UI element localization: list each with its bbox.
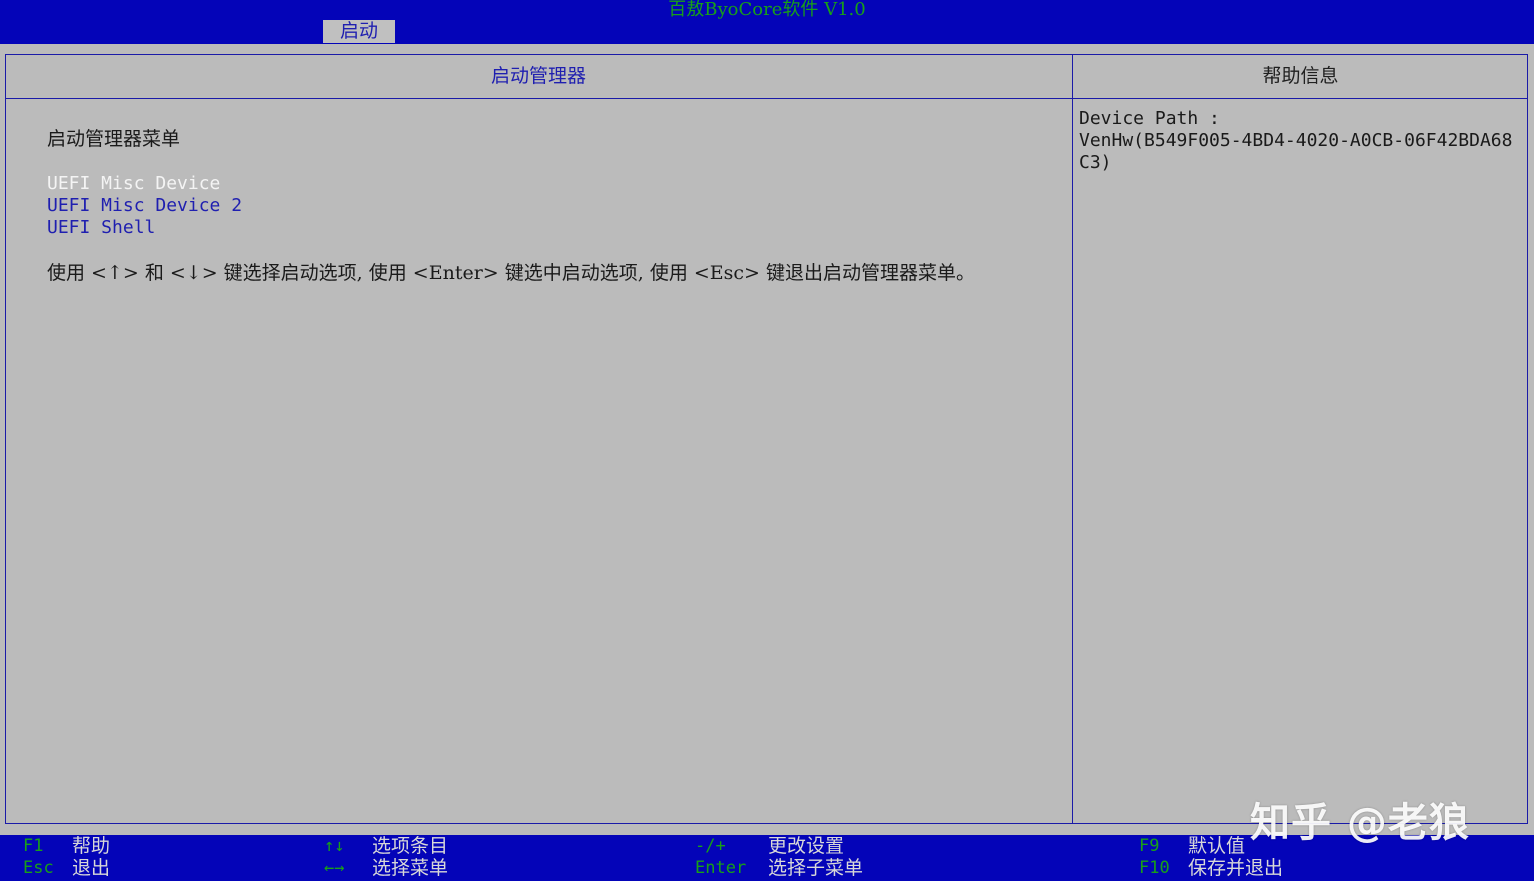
footer-desc-save-exit: 保存并退出 — [1188, 857, 1284, 879]
footer-desc-defaults: 默认值 — [1188, 835, 1246, 857]
boot-manager-content: 启动管理器菜单 UEFI Misc Device UEFI Misc Devic… — [47, 128, 1047, 284]
menu-heading: 启动管理器菜单 — [47, 128, 181, 150]
help-text: Device Path : VenHw(B549F005-4BD4-4020-A… — [1079, 108, 1519, 174]
footer-key-updown: ↑↓ — [324, 836, 345, 856]
panel-divider-vertical — [1072, 54, 1073, 824]
app-title: 百敖ByoCore软件 V1.0 — [668, 0, 866, 20]
footer-key-f1: F1 — [23, 836, 44, 856]
footer-key-f9: F9 — [1139, 836, 1160, 856]
boot-option-uefi-shell[interactable]: UEFI Shell — [47, 217, 1047, 239]
footer-key-f10: F10 — [1139, 858, 1170, 878]
footer-desc-exit: 退出 — [72, 857, 111, 879]
watermark: 知乎 @老狼 — [1250, 800, 1470, 846]
main-area: 启动管理器 帮助信息 启动管理器菜单 UEFI Misc Device UEFI… — [0, 44, 1534, 835]
panel-divider-horizontal — [5, 98, 1528, 99]
boot-option-uefi-misc-device-2[interactable]: UEFI Misc Device 2 — [47, 195, 1047, 217]
help-device-path: VenHw(B549F005-4BD4-4020-A0CB-06F42BDA68… — [1079, 130, 1513, 173]
bios-screen: 百敖ByoCore软件 V1.0 启动 启动管理器 帮助信息 启动管理器菜单 U… — [0, 0, 1534, 881]
instruction-text: 使用 <↑> 和 <↓> 键选择启动选项, 使用 <Enter> 键选中启动选项… — [47, 262, 976, 284]
footer-key-esc: Esc — [23, 858, 54, 878]
footer-desc-select-menu: 选择菜单 — [372, 857, 449, 879]
boot-manager-title: 启动管理器 — [490, 65, 586, 87]
boot-option-uefi-misc-device[interactable]: UEFI Misc Device — [47, 173, 1047, 195]
footer-desc-submenu: 选择子菜单 — [768, 857, 864, 879]
help-label: Device Path : — [1079, 108, 1220, 129]
footer-desc-help: 帮助 — [72, 835, 111, 857]
footer-key-leftright: ←→ — [324, 858, 345, 878]
footer-desc-change-setting: 更改设置 — [768, 835, 845, 857]
tab-boot[interactable]: 启动 — [323, 20, 395, 43]
footer-desc-select-item: 选项条目 — [372, 835, 449, 857]
footer-key-plusminus: -/+ — [695, 836, 726, 856]
help-info-title: 帮助信息 — [1262, 65, 1339, 87]
footer-key-enter: Enter — [695, 858, 747, 878]
boot-option-list: UEFI Misc Device UEFI Misc Device 2 UEFI… — [47, 173, 1047, 239]
